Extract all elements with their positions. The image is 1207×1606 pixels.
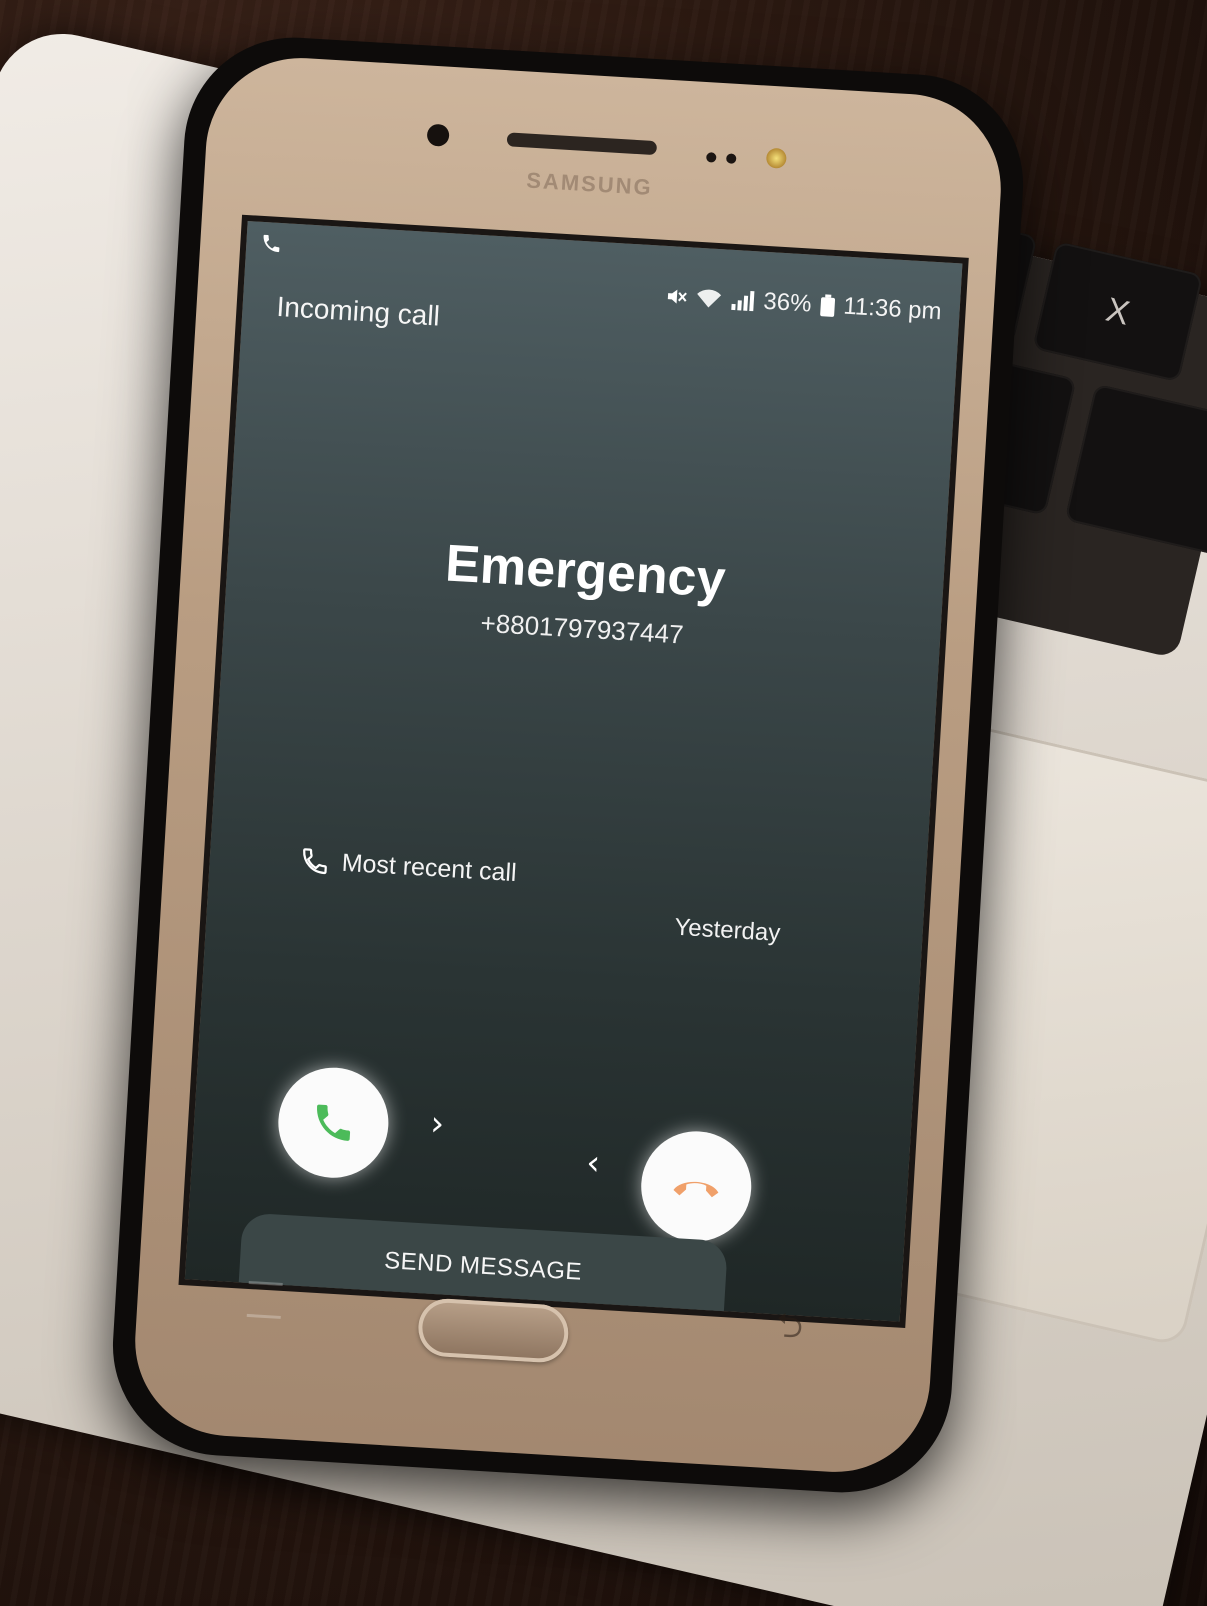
battery-percent: 36% [762, 287, 813, 318]
front-camera [426, 123, 450, 147]
front-flash [765, 147, 787, 169]
most-recent-call-time: Yesterday [673, 913, 782, 947]
light-sensor [725, 153, 737, 164]
key-label: X [1102, 290, 1134, 333]
ongoing-call-icon [263, 234, 280, 253]
decline-call-button[interactable] [638, 1128, 755, 1245]
swipe-left-chevron-icon: ‹ [585, 1142, 602, 1184]
most-recent-call-row: Most recent call [299, 845, 517, 888]
status-time: 11:36 pm [842, 292, 943, 326]
keyboard-key [1064, 383, 1207, 557]
home-button[interactable] [416, 1297, 570, 1364]
call-screen: 36% 11:36 pm Incoming call Emergency +88… [178, 214, 969, 1328]
incoming-call-label: Incoming call [275, 290, 441, 332]
status-indicators: 36% 11:36 pm [663, 282, 943, 326]
mute-icon [667, 289, 687, 304]
phone-outline-icon [303, 848, 327, 875]
brand-logo: SAMSUNG [525, 167, 654, 200]
recent-apps-key[interactable] [246, 1280, 283, 1319]
wifi-icon [696, 289, 721, 308]
proximity-sensor [705, 152, 717, 163]
swipe-right-chevron-icon: › [429, 1103, 446, 1145]
earpiece-speaker [506, 132, 658, 156]
answer-call-button[interactable] [275, 1064, 392, 1181]
battery-icon [819, 294, 835, 317]
signal-icon [730, 290, 755, 312]
phone-case: SAMSUNG 36% 11:36 pm Incoming call Emerg… [106, 31, 1030, 1499]
hang-up-icon [673, 1181, 719, 1198]
most-recent-call-label: Most recent call [341, 848, 518, 887]
photo-scene: Z X alt SAMSUNG [0, 0, 1207, 1606]
phone-body: SAMSUNG 36% 11:36 pm Incoming call Emerg… [129, 52, 1007, 1478]
back-key-icon[interactable]: ⮌ [774, 1301, 805, 1360]
answer-phone-icon [317, 1104, 351, 1141]
